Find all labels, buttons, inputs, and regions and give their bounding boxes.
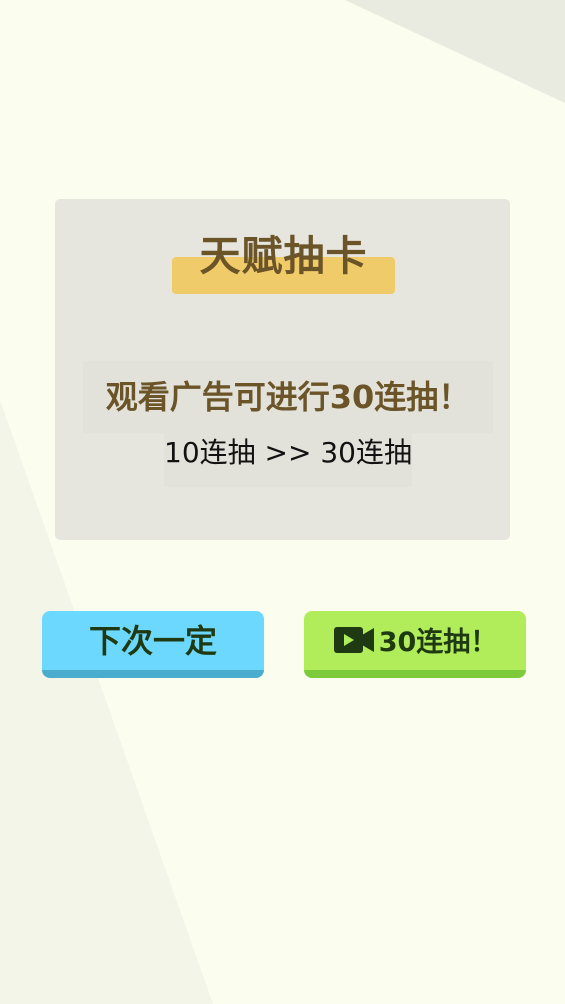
next-time-label: 下次一定 [88, 621, 217, 660]
next-time-button[interactable]: 下次一定 [42, 611, 264, 678]
watch-ad-30-draws-button[interactable]: 30连抽！ [304, 611, 526, 678]
more-draws-label: 30连抽！ [378, 627, 498, 658]
dialog-title-banner: 天赋抽卡 [172, 227, 395, 295]
video-camera-icon [333, 626, 374, 653]
draw-upgrade-message: 10连抽 >> 30连抽 [164, 431, 412, 487]
ad-offer-message: 观看广告可进行30连抽！ [83, 361, 493, 433]
draw-dialog-panel: 天赋抽卡 观看广告可进行30连抽！ 10连抽 >> 30连抽 [55, 199, 510, 540]
dialog-title: 天赋抽卡 [199, 232, 368, 280]
